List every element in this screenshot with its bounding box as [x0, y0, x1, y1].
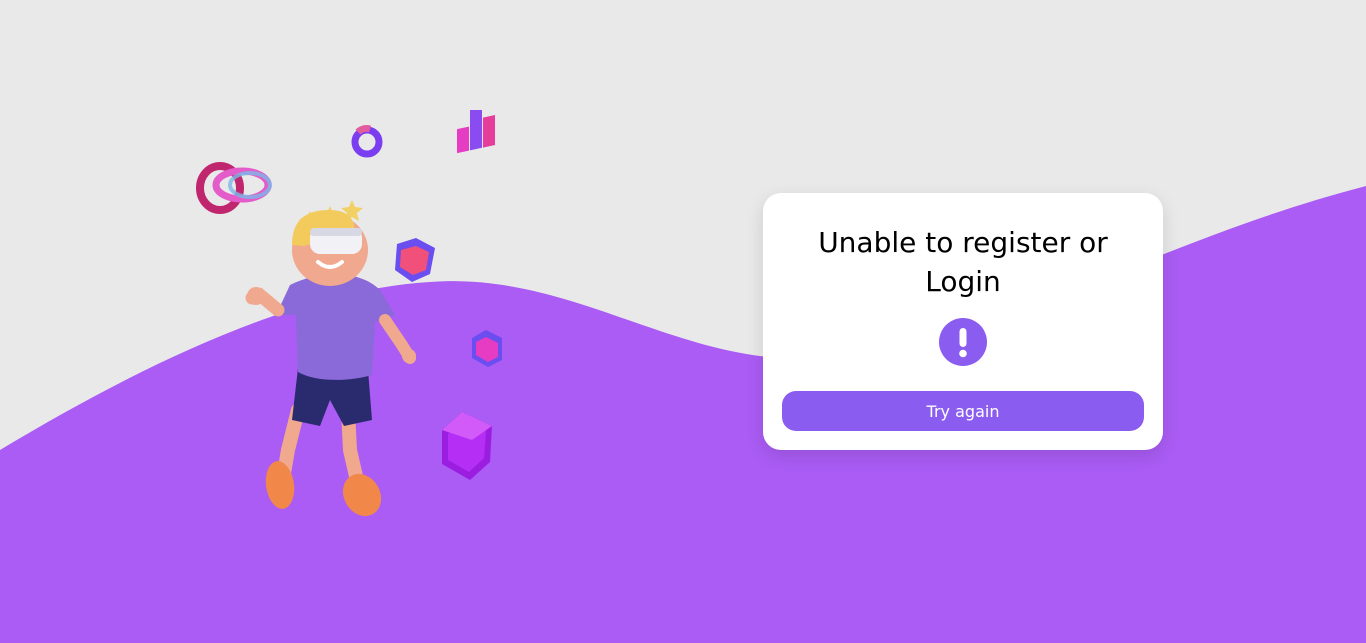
page: Unable to register or Login Try again: [0, 0, 1366, 643]
dialog-title: Unable to register or Login: [818, 226, 1108, 298]
rings-shape: [196, 162, 272, 214]
cube-shape: [472, 330, 502, 367]
bar-chart-shape: [457, 110, 495, 154]
try-again-button[interactable]: Try again: [782, 391, 1144, 431]
boy-figure: [245, 210, 416, 517]
exclamation-icon: [939, 318, 987, 366]
cube-shape: [395, 238, 435, 282]
error-dialog: Unable to register or Login Try again: [763, 193, 1163, 450]
donut-shape: [351, 125, 383, 158]
cube-shape: [442, 412, 492, 480]
vr-boy-illustration: [196, 110, 502, 517]
